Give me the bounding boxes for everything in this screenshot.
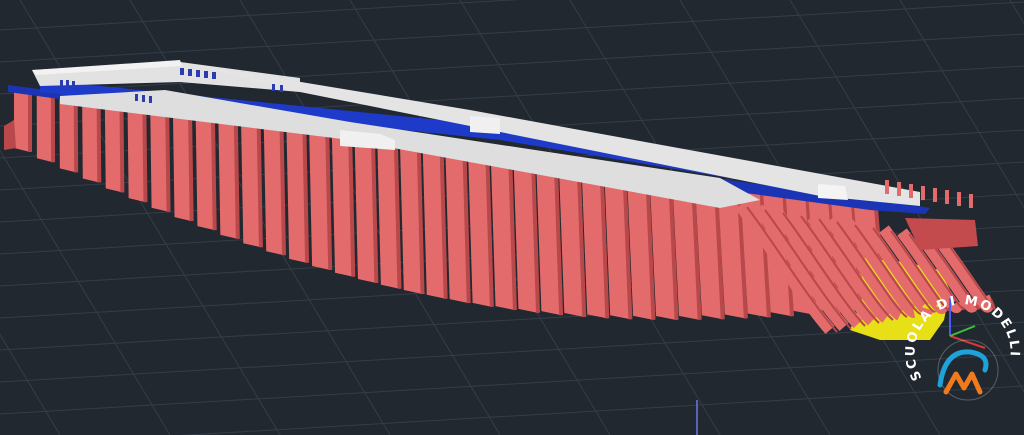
rail-post bbox=[945, 190, 949, 204]
rail-post bbox=[885, 180, 889, 194]
deck-window bbox=[72, 81, 75, 88]
stern-red-block bbox=[4, 120, 16, 150]
hull-frame-shadow bbox=[279, 125, 287, 256]
hull-frame-shadow bbox=[210, 115, 217, 231]
deck-window bbox=[135, 94, 138, 101]
hull-frame-shadow bbox=[165, 109, 171, 212]
deck-window bbox=[212, 72, 216, 79]
rail-post bbox=[957, 192, 961, 206]
deck-window bbox=[149, 96, 152, 103]
rail-post bbox=[921, 186, 925, 200]
deck-window bbox=[142, 95, 145, 102]
deck-block-aft bbox=[470, 116, 500, 134]
hull-frame-shadow bbox=[96, 99, 102, 183]
hull-frame-shadow bbox=[256, 121, 263, 248]
hull-frame-shadow bbox=[233, 118, 240, 239]
rail-post bbox=[897, 182, 901, 196]
ship-hull-model[interactable] bbox=[4, 60, 996, 340]
hull-frame[interactable] bbox=[36, 91, 54, 163]
hull-frame-shadow bbox=[188, 112, 194, 222]
deck-block-bow bbox=[818, 184, 848, 200]
deck-window bbox=[188, 69, 192, 76]
rail-post bbox=[969, 194, 973, 208]
3d-viewport[interactable]: SCUOLA DI MODELLISMO bbox=[0, 0, 1024, 435]
deck-window bbox=[204, 71, 208, 78]
hull-frame-shadow bbox=[142, 105, 148, 203]
hull-frame-shadow bbox=[302, 128, 310, 263]
deck-window bbox=[66, 80, 69, 87]
hull-frame[interactable] bbox=[59, 94, 77, 173]
deck-window bbox=[180, 68, 184, 75]
rail-post bbox=[909, 184, 913, 198]
logo-blue-swoosh bbox=[937, 349, 989, 388]
hull-frame[interactable] bbox=[14, 88, 30, 152]
rail-post bbox=[933, 188, 937, 202]
deck-window bbox=[60, 80, 63, 87]
deck-window bbox=[280, 85, 283, 92]
hull-frame-shadow bbox=[119, 102, 125, 193]
deck-window bbox=[272, 84, 275, 91]
ucs-y-axis bbox=[949, 325, 976, 337]
deck-window bbox=[196, 70, 200, 77]
